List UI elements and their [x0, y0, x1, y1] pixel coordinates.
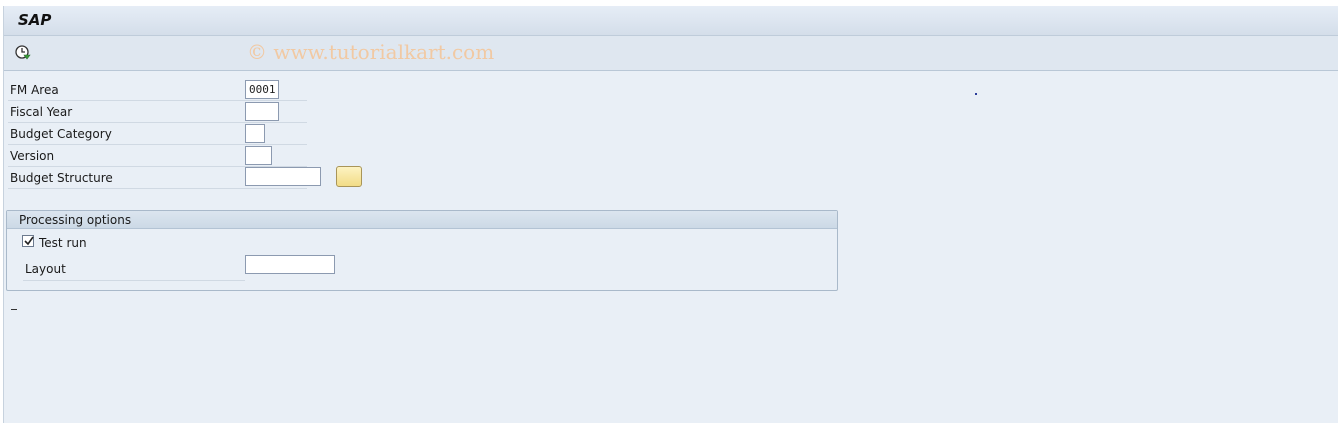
fiscal-year-input[interactable] — [245, 102, 279, 121]
budget-category-label: Budget Category — [10, 127, 112, 141]
execute-clock-icon — [15, 45, 31, 60]
fm-area-label: FM Area — [10, 83, 59, 97]
cursor-mark — [11, 309, 17, 310]
fm-area-input[interactable]: 0001 — [245, 80, 279, 99]
budget-structure-select-button[interactable] — [336, 166, 362, 187]
budget-structure-input[interactable] — [245, 167, 321, 186]
budget-category-input[interactable] — [245, 124, 265, 143]
window-title: SAP — [18, 11, 52, 29]
processing-options-title: Processing options — [19, 213, 132, 227]
sap-window: SAP © www.tutorialkart.com FM Area 0001 … — [3, 6, 1338, 423]
title-bar: SAP — [4, 6, 1338, 36]
watermark-text: © www.tutorialkart.com — [247, 40, 495, 64]
test-run-checkbox[interactable] — [22, 235, 34, 247]
application-toolbar: © www.tutorialkart.com — [4, 36, 1338, 71]
budget-structure-label: Budget Structure — [10, 171, 113, 185]
layout-row: Layout — [23, 259, 245, 281]
layout-label: Layout — [25, 262, 66, 276]
layout-input[interactable] — [245, 255, 335, 274]
test-run-label: Test run — [39, 236, 87, 250]
version-input[interactable] — [245, 146, 272, 165]
processing-options-group: Processing options Test run Layout — [6, 210, 838, 291]
execute-button[interactable] — [14, 44, 32, 62]
version-label: Version — [10, 149, 55, 163]
processing-options-header: Processing options — [7, 211, 837, 229]
checkmark-icon — [24, 236, 34, 246]
fiscal-year-label: Fiscal Year — [10, 105, 73, 119]
stray-dot — [975, 93, 977, 95]
